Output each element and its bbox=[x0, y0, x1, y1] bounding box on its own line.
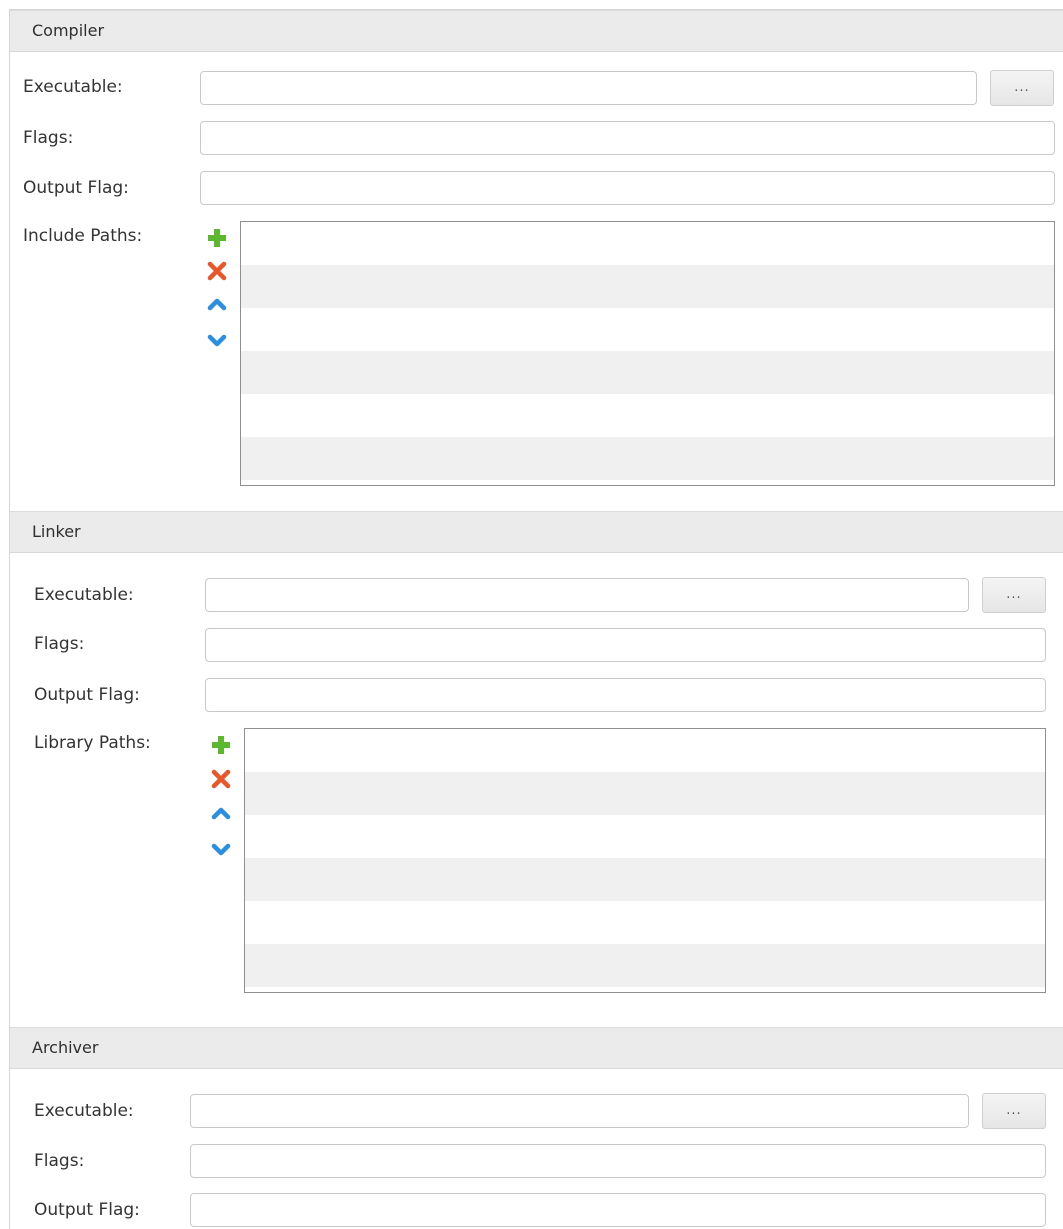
compiler-include-paths-label: Include Paths: bbox=[23, 226, 143, 246]
list-item[interactable] bbox=[241, 351, 1054, 394]
archiver-executable-input[interactable] bbox=[190, 1094, 969, 1128]
list-item[interactable] bbox=[241, 265, 1054, 308]
include-paths-list[interactable] bbox=[240, 221, 1055, 486]
chevron-up-icon[interactable] bbox=[206, 293, 228, 315]
archiver-output-flag-input[interactable] bbox=[190, 1193, 1046, 1227]
list-item[interactable] bbox=[245, 772, 1045, 815]
list-item[interactable] bbox=[241, 394, 1054, 437]
x-icon[interactable] bbox=[206, 260, 228, 282]
plus-icon[interactable] bbox=[206, 227, 228, 249]
linker-executable-label: Executable: bbox=[34, 585, 134, 605]
compiler-browse-button[interactable]: ... bbox=[990, 70, 1054, 106]
chevron-up-icon[interactable] bbox=[210, 802, 232, 824]
list-item[interactable] bbox=[245, 901, 1045, 944]
linker-library-paths-label: Library Paths: bbox=[34, 733, 151, 753]
compiler-output-flag-input[interactable] bbox=[200, 171, 1055, 205]
archiver-section-title: Archiver bbox=[32, 1038, 99, 1057]
archiver-browse-button[interactable]: ... bbox=[982, 1093, 1046, 1129]
list-item[interactable] bbox=[245, 729, 1045, 772]
linker-browse-button[interactable]: ... bbox=[982, 577, 1046, 613]
list-item[interactable] bbox=[245, 815, 1045, 858]
linker-output-flag-input[interactable] bbox=[205, 678, 1046, 712]
list-item[interactable] bbox=[245, 944, 1045, 987]
compiler-flags-input[interactable] bbox=[200, 121, 1055, 155]
linker-section-header[interactable]: Linker bbox=[10, 511, 1063, 553]
chevron-down-icon[interactable] bbox=[206, 329, 228, 351]
archiver-output-flag-label: Output Flag: bbox=[34, 1200, 140, 1220]
plus-icon[interactable] bbox=[210, 734, 232, 756]
archiver-flags-input[interactable] bbox=[190, 1144, 1046, 1178]
linker-flags-input[interactable] bbox=[205, 628, 1046, 662]
compiler-output-flag-label: Output Flag: bbox=[23, 178, 129, 198]
archiver-section-header[interactable]: Archiver bbox=[10, 1027, 1063, 1069]
compiler-section-header[interactable]: Compiler bbox=[10, 10, 1063, 52]
list-item[interactable] bbox=[245, 858, 1045, 901]
compiler-flags-label: Flags: bbox=[23, 128, 74, 148]
linker-flags-label: Flags: bbox=[34, 634, 85, 654]
archiver-flags-label: Flags: bbox=[34, 1151, 85, 1171]
linker-section-title: Linker bbox=[32, 522, 81, 541]
compiler-section-title: Compiler bbox=[32, 21, 105, 40]
linker-executable-input[interactable] bbox=[205, 578, 969, 612]
list-item[interactable] bbox=[241, 222, 1054, 265]
linker-output-flag-label: Output Flag: bbox=[34, 685, 140, 705]
library-paths-list[interactable] bbox=[244, 728, 1046, 993]
compiler-executable-label: Executable: bbox=[23, 77, 123, 97]
archiver-executable-label: Executable: bbox=[34, 1101, 134, 1121]
chevron-down-icon[interactable] bbox=[210, 838, 232, 860]
list-item[interactable] bbox=[241, 437, 1054, 480]
list-item[interactable] bbox=[241, 308, 1054, 351]
compiler-executable-input[interactable] bbox=[200, 71, 977, 105]
x-icon[interactable] bbox=[210, 768, 232, 790]
